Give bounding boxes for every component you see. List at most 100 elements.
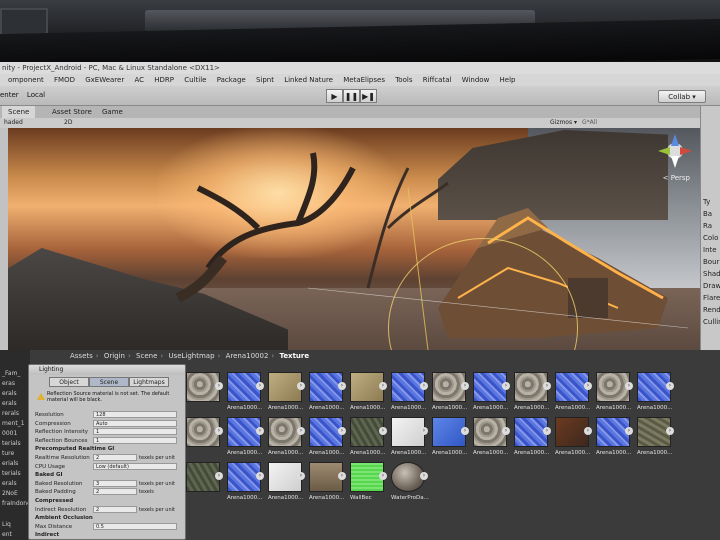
asset-item[interactable]: › Arena1000... — [514, 372, 552, 417]
menu-item[interactable]: GxEWearer — [85, 76, 124, 84]
expand-arrow-icon[interactable]: › — [502, 427, 510, 435]
expand-arrow-icon[interactable]: › — [256, 427, 264, 435]
asset-item[interactable]: › Arena1000... — [227, 462, 265, 507]
asset-item[interactable]: › Arena1000... — [268, 372, 306, 417]
asset-item[interactable]: › Arena1000... — [227, 417, 265, 462]
lighting-row-value[interactable]: 2 — [93, 505, 137, 513]
lighting-row-value[interactable]: 2 — [93, 454, 137, 461]
hierarchy-item[interactable]: ent — [2, 531, 30, 538]
expand-arrow-icon[interactable]: › — [379, 427, 387, 435]
lighting-tab-scene[interactable]: Scene — [89, 377, 129, 387]
menu-item[interactable]: Tools — [395, 76, 412, 84]
local-toggle[interactable]: Local — [27, 91, 45, 99]
hierarchy-item[interactable]: _Fam_ — [2, 370, 30, 377]
pause-button[interactable]: ❚❚ — [343, 89, 360, 103]
expand-arrow-icon[interactable]: › — [666, 382, 674, 390]
hierarchy-item[interactable]: eras — [2, 380, 30, 387]
hierarchy-item[interactable]: ture — [2, 450, 30, 457]
tab-scene[interactable]: Scene — [2, 106, 36, 118]
breadcrumb-item[interactable]: Assets — [70, 352, 93, 360]
breadcrumb-item[interactable]: Origin — [104, 352, 125, 360]
asset-item[interactable]: › Arena1000... — [432, 372, 470, 417]
hierarchy-item[interactable]: 0001 — [2, 430, 30, 437]
menu-item[interactable]: Help — [500, 76, 516, 84]
asset-item[interactable]: › Arena1000... — [268, 417, 306, 462]
hierarchy-item[interactable]: rerals — [2, 410, 30, 417]
asset-item[interactable]: › Arena1000... — [473, 372, 511, 417]
hierarchy-item[interactable]: erals — [2, 390, 30, 397]
scene-viewport[interactable]: < Persp — [8, 128, 700, 350]
asset-item[interactable]: › — [186, 372, 224, 417]
asset-item[interactable]: › — [186, 462, 224, 507]
expand-arrow-icon[interactable]: › — [420, 382, 428, 390]
hierarchy-item[interactable]: ment_1 — [2, 420, 30, 427]
expand-arrow-icon[interactable]: › — [379, 472, 387, 480]
asset-item[interactable]: › Arena1000... — [350, 417, 388, 462]
orientation-gizmo-icon[interactable] — [656, 132, 694, 170]
pivot-toggle[interactable]: enter Local — [0, 91, 45, 99]
menu-item[interactable]: Window — [462, 76, 490, 84]
expand-arrow-icon[interactable]: › — [543, 382, 551, 390]
asset-item[interactable]: › Arena1000... — [596, 417, 634, 462]
tab-asset-store[interactable]: Asset Store — [46, 106, 98, 118]
expand-arrow-icon[interactable]: › — [338, 472, 346, 480]
asset-item[interactable]: › Arena1000... — [391, 417, 429, 462]
breadcrumb-item[interactable]: Scene — [136, 352, 157, 360]
step-button[interactable]: ▶❚ — [360, 89, 377, 103]
asset-item[interactable]: › Arena1000... — [309, 417, 347, 462]
asset-item[interactable]: › Arena1000... — [637, 372, 675, 417]
menu-item[interactable]: omponent — [8, 76, 44, 84]
menu-item[interactable]: FMOD — [54, 76, 75, 84]
expand-arrow-icon[interactable]: › — [297, 472, 305, 480]
menu-item[interactable]: Linked Nature — [284, 76, 333, 84]
expand-arrow-icon[interactable]: › — [584, 427, 592, 435]
asset-item[interactable]: › Arena1000... — [268, 462, 306, 507]
menu-item[interactable]: MetaElipses — [343, 76, 385, 84]
asset-item[interactable]: › Arena1000... — [432, 417, 470, 462]
lighting-row-value[interactable]: 3 — [93, 479, 137, 487]
lighting-row-value[interactable]: Low (default) — [93, 462, 177, 470]
tab-game[interactable]: Game — [96, 106, 129, 118]
hierarchy-item[interactable]: 2NoE — [2, 490, 30, 497]
expand-arrow-icon[interactable]: › — [625, 382, 633, 390]
asset-item[interactable]: › — [186, 417, 224, 462]
hierarchy-item[interactable]: erials — [2, 460, 30, 467]
menu-item[interactable]: Package — [217, 76, 246, 84]
breadcrumb-item[interactable]: UseLightmap — [168, 352, 214, 360]
hierarchy-item[interactable]: erals — [2, 480, 30, 487]
play-button[interactable]: ▶ — [326, 89, 343, 103]
expand-arrow-icon[interactable]: › — [215, 472, 223, 480]
asset-item[interactable]: › Arena1000... — [555, 417, 593, 462]
2d-toggle[interactable]: 2D — [64, 118, 72, 128]
expand-arrow-icon[interactable]: › — [420, 472, 428, 480]
asset-item[interactable]: › Arena1000... — [596, 372, 634, 417]
lighting-tab-lightmaps[interactable]: Lightmaps — [129, 377, 169, 387]
menu-item[interactable]: Cultile — [184, 76, 206, 84]
expand-arrow-icon[interactable]: › — [215, 427, 223, 435]
asset-item[interactable]: › Arena1000... — [350, 372, 388, 417]
center-toggle[interactable]: enter — [0, 91, 19, 99]
expand-arrow-icon[interactable]: › — [338, 427, 346, 435]
asset-item[interactable]: › Arena1000... — [514, 417, 552, 462]
menu-item[interactable]: AC — [134, 76, 144, 84]
lighting-row-value[interactable]: 1 — [93, 428, 177, 436]
expand-arrow-icon[interactable]: › — [256, 472, 264, 480]
asset-item[interactable]: › Arena1000... — [227, 372, 265, 417]
menu-item[interactable]: Riffcatal — [423, 76, 452, 84]
shading-mode-dropdown[interactable]: haded — [4, 118, 23, 128]
lighting-row-value[interactable]: Auto — [93, 419, 177, 427]
hierarchy-item[interactable]: Liq — [2, 521, 30, 528]
expand-arrow-icon[interactable]: › — [379, 382, 387, 390]
expand-arrow-icon[interactable]: › — [461, 427, 469, 435]
expand-arrow-icon[interactable]: › — [461, 382, 469, 390]
lighting-row-value[interactable]: 2 — [93, 488, 137, 496]
expand-arrow-icon[interactable]: › — [215, 382, 223, 390]
asset-item[interactable]: › Arena1000... — [309, 462, 347, 507]
expand-arrow-icon[interactable]: › — [297, 382, 305, 390]
asset-item[interactable]: › Arena1000... — [309, 372, 347, 417]
lighting-title[interactable]: Lighting — [29, 365, 185, 375]
asset-item[interactable]: › Arena1000... — [555, 372, 593, 417]
expand-arrow-icon[interactable]: › — [420, 427, 428, 435]
expand-arrow-icon[interactable]: › — [297, 427, 305, 435]
persp-label[interactable]: < Persp — [663, 174, 690, 182]
